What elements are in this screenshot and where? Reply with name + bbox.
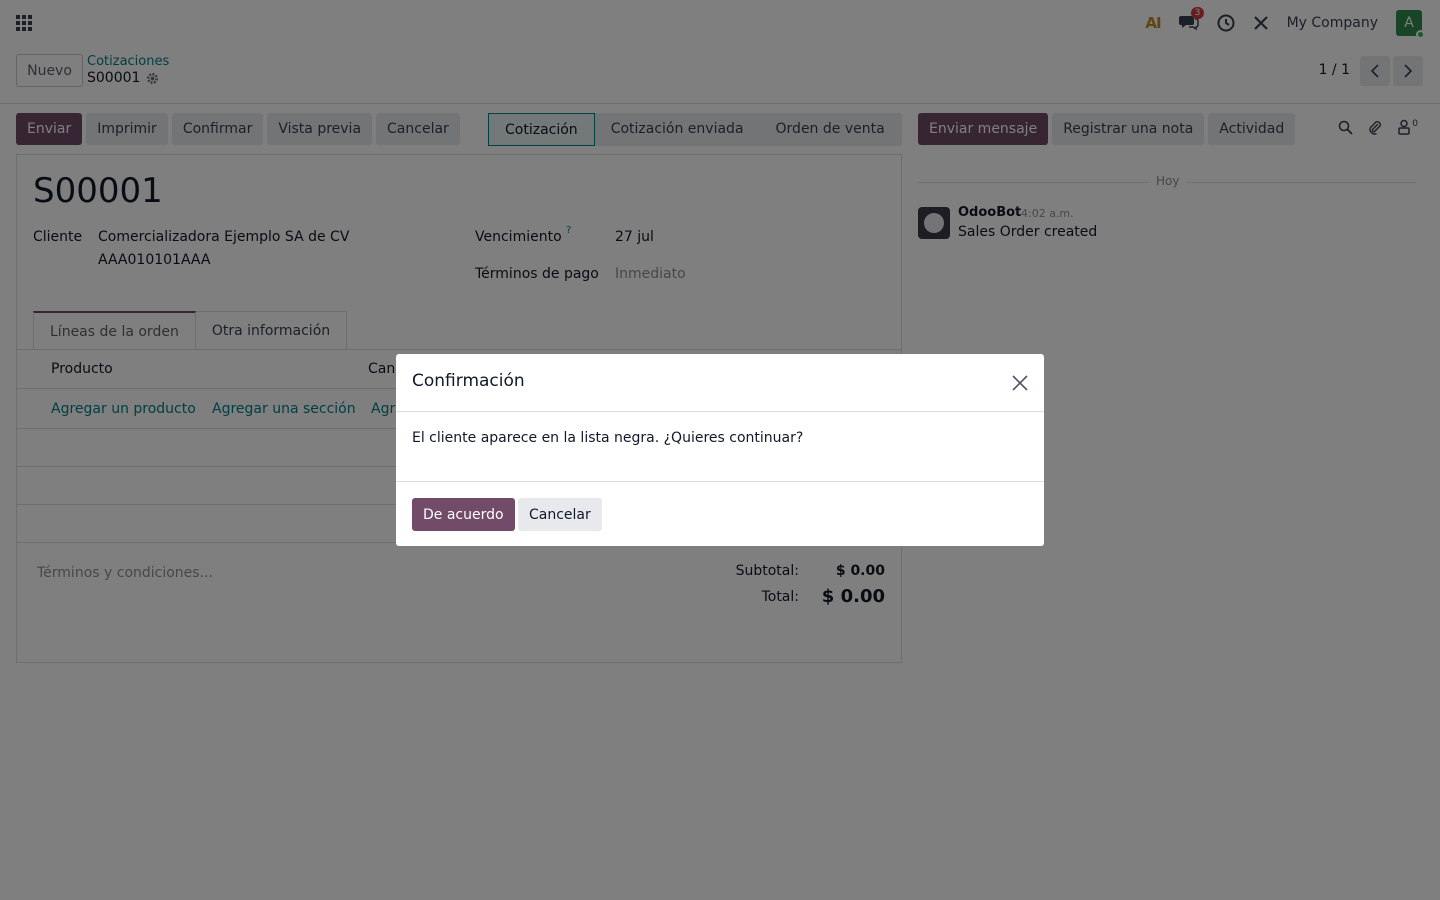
cancel-button[interactable]: Cancelar <box>518 498 602 531</box>
dialog-footer: De acuerdo Cancelar <box>396 481 1044 546</box>
ok-button[interactable]: De acuerdo <box>412 498 515 531</box>
dialog-title: Confirmación <box>412 371 525 391</box>
dialog-header: Confirmación <box>396 354 1044 412</box>
close-icon[interactable] <box>1010 373 1030 393</box>
confirmation-dialog: Confirmación El cliente aparece en la li… <box>396 354 1044 546</box>
dialog-message: El cliente aparece en la lista negra. ¿Q… <box>412 430 804 446</box>
